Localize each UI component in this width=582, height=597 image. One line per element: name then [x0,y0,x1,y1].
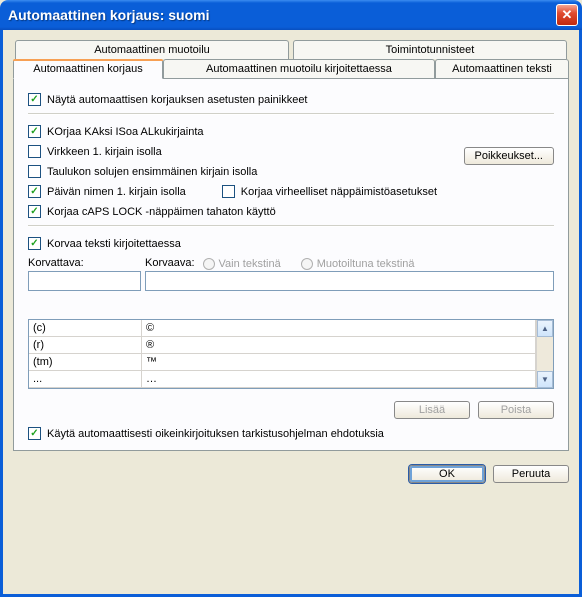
with-input[interactable] [145,271,554,291]
checkbox-use-spellcheck[interactable] [28,427,41,440]
replace-input[interactable] [28,271,141,291]
table-cell[interactable]: ™ [142,354,536,371]
separator [28,113,554,115]
remove-button: Poista [478,401,554,419]
table-cell[interactable]: ... [29,371,142,388]
separator [28,225,554,227]
cancel-button[interactable]: Peruuta [493,465,569,483]
checkbox-replace-text[interactable] [28,237,41,250]
autocorrect-panel: Näytä automaattisen korjauksen asetusten… [13,78,569,451]
label-sentence-cap: Virkkeen 1. kirjain isolla [47,146,162,158]
label-formatted-text: Muotoiltuna tekstinä [317,258,415,270]
checkbox-day-cap[interactable] [28,185,41,198]
table-cell[interactable]: ® [142,337,536,354]
checkbox-caps-lock[interactable] [28,205,41,218]
radio-plain-text [203,258,215,270]
label-two-initial-caps: KOrjaa KAksi ISoa ALkukirjainta [47,126,204,138]
scroll-down-button[interactable]: ▼ [537,371,553,388]
label-with-field: Korvaava: [145,257,195,269]
checkbox-table-cell-cap[interactable] [28,165,41,178]
tab-row-upper: Automaattinen muotoilu Toimintotunnistee… [13,40,569,59]
replacement-table: (c) (r) (tm) ... © ® ™ … ▲ ▼ [28,319,554,389]
checkbox-two-initial-caps[interactable] [28,125,41,138]
window-title: Automaattinen korjaus: suomi [8,7,556,23]
label-plain-text: Vain tekstinä [219,258,281,270]
tab-action-tags[interactable]: Toimintotunnisteet [293,40,567,59]
label-caps-lock: Korjaa cAPS LOCK -näppäimen tahaton käyt… [47,206,276,218]
table-cell[interactable]: … [142,371,536,388]
radio-formatted-text [301,258,313,270]
label-use-spellcheck: Käytä automaattisesti oikeinkirjoituksen… [47,428,384,440]
tab-autotext[interactable]: Automaattinen teksti [435,59,569,78]
tab-autocorrect[interactable]: Automaattinen korjaus [13,59,163,79]
table-cell[interactable]: © [142,320,536,337]
scroll-track[interactable] [537,337,553,371]
add-button: Lisää [394,401,470,419]
tab-auto-format[interactable]: Automaattinen muotoilu [15,40,289,59]
table-scrollbar[interactable]: ▲ ▼ [536,320,553,388]
label-replace-field: Korvattava: [28,257,141,269]
table-cell[interactable]: (tm) [29,354,142,371]
checkbox-show-options-buttons[interactable] [28,93,41,106]
table-cell[interactable]: (r) [29,337,142,354]
exceptions-button[interactable]: Poikkeukset... [464,147,554,165]
label-day-cap: Päivän nimen 1. kirjain isolla [47,186,186,198]
close-button[interactable]: ✕ [556,4,578,26]
checkbox-sentence-cap[interactable] [28,145,41,158]
label-replace-text: Korvaa teksti kirjoitettaessa [47,238,181,250]
label-fix-keyboard: Korjaa virheelliset näppäimistöasetukset [241,186,437,198]
label-table-cell-cap: Taulukon solujen ensimmäinen kirjain iso… [47,166,257,178]
label-show-options-buttons: Näytä automaattisen korjauksen asetusten… [47,94,308,106]
checkbox-fix-keyboard[interactable] [222,185,235,198]
table-cell[interactable]: (c) [29,320,142,337]
tab-row-lower: Automaattinen korjaus Automaattinen muot… [13,59,569,78]
ok-button[interactable]: OK [409,465,485,483]
scroll-up-button[interactable]: ▲ [537,320,553,337]
tab-autoformat-typing[interactable]: Automaattinen muotoilu kirjoitettaessa [163,59,435,78]
